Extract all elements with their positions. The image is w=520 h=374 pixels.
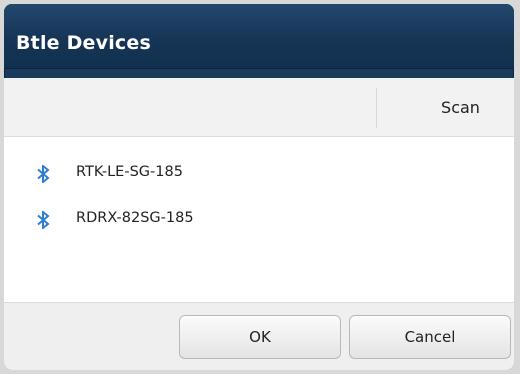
dialog-content: Scan RTK-LE-SG-185 RDRX-82SG-185 OK Canc… <box>4 78 514 370</box>
dialog-title: Btle Devices <box>16 32 151 54</box>
list-item[interactable]: RTK-LE-SG-185 <box>4 158 514 190</box>
list-item[interactable]: RDRX-82SG-185 <box>4 204 514 236</box>
bluetooth-icon <box>37 165 50 183</box>
cancel-button-label: Cancel <box>404 328 456 346</box>
bluetooth-icon <box>37 211 50 229</box>
scan-button[interactable]: Scan <box>377 78 514 136</box>
btle-devices-dialog: Btle Devices Scan RTK-LE-SG-185 RDRX-82S… <box>4 4 514 370</box>
scan-button-label: Scan <box>441 97 480 117</box>
dialog-footer: OK Cancel <box>4 302 514 370</box>
device-name: RTK-LE-SG-185 <box>76 164 183 180</box>
dialog-titlebar: Btle Devices <box>4 4 514 69</box>
device-name: RDRX-82SG-185 <box>76 210 194 226</box>
cancel-button[interactable]: Cancel <box>349 315 511 359</box>
toolbar: Scan <box>4 78 514 137</box>
ok-button-label: OK <box>249 328 271 346</box>
ok-button[interactable]: OK <box>179 315 341 359</box>
